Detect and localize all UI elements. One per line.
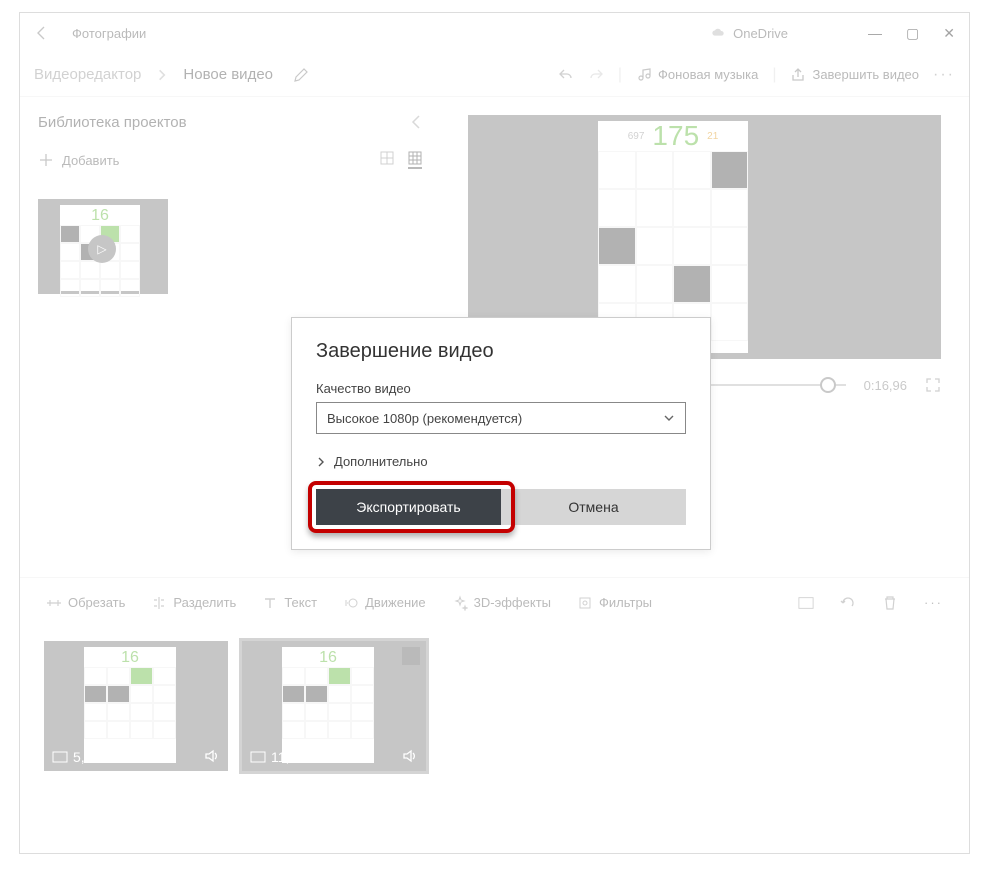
filters-button[interactable]: Фильтры: [577, 595, 652, 611]
frame-icon: [52, 751, 68, 763]
project-name[interactable]: Новое видео: [183, 66, 273, 83]
clip-menu-icon[interactable]: [402, 647, 420, 665]
undo-button[interactable]: [558, 67, 574, 83]
close-button[interactable]: ✕: [943, 25, 955, 42]
chevron-right-icon: [316, 457, 326, 467]
3d-effects-button[interactable]: 3D-эффекты: [452, 595, 551, 611]
plus-icon: [38, 152, 54, 168]
trim-button[interactable]: Обрезать: [46, 595, 125, 611]
export-dialog: Завершение видео Качество видео Высокое …: [291, 317, 711, 550]
bg-music-button[interactable]: Фоновая музыка: [636, 67, 758, 83]
motion-button[interactable]: Движение: [343, 595, 426, 611]
speaker-icon: [204, 749, 220, 763]
fullscreen-icon: [925, 377, 941, 393]
app-title: Фотографии: [72, 26, 146, 41]
more-edit-button[interactable]: ···: [924, 595, 943, 610]
clip-2[interactable]: 16 11,97: [242, 641, 426, 771]
library-thumbnail[interactable]: 16 ▷: [38, 199, 168, 294]
add-button[interactable]: Добавить: [38, 152, 119, 168]
redo-button[interactable]: [588, 67, 604, 83]
split-button[interactable]: Разделить: [151, 595, 236, 611]
breadcrumb[interactable]: Видеоредактор: [34, 66, 141, 83]
filter-icon: [577, 595, 593, 611]
music-icon: [636, 67, 652, 83]
chevron-left-icon: [410, 113, 422, 131]
text-button[interactable]: Текст: [262, 595, 317, 611]
minimize-button[interactable]: —: [868, 25, 882, 42]
grid-large-icon: [380, 151, 394, 165]
view-large-button[interactable]: [380, 151, 394, 169]
trim-icon: [46, 595, 62, 611]
highlight: [308, 481, 515, 533]
toolbar: Видеоредактор Новое видео | Фоновая музы…: [20, 53, 969, 97]
view-small-button[interactable]: [408, 151, 422, 169]
rotate-icon: [840, 595, 856, 611]
timeline: 16 5,0 16 11,97: [20, 627, 969, 785]
pencil-icon: [293, 67, 309, 83]
dialog-title: Завершение видео: [316, 340, 686, 363]
fullscreen-button[interactable]: [925, 377, 941, 393]
more-menu-button[interactable]: ···: [933, 66, 955, 84]
maximize-button[interactable]: ▢: [906, 25, 919, 42]
titlebar: Фотографии OneDrive — ▢ ✕: [20, 13, 969, 53]
aspect-button[interactable]: [798, 595, 814, 611]
split-icon: [151, 595, 167, 611]
collapse-button[interactable]: [410, 113, 422, 131]
clip-1[interactable]: 16 5,0: [44, 641, 228, 771]
speaker-icon: [402, 749, 418, 763]
edit-toolbar: Обрезать Разделить Текст Движение 3D-эфф…: [20, 577, 969, 627]
onedrive-button[interactable]: OneDrive: [711, 25, 788, 41]
sparkle-icon: [452, 595, 468, 611]
grid-small-icon: [408, 151, 422, 165]
time-label: 0:16,96: [864, 378, 907, 393]
library-title: Библиотека проектов: [38, 114, 187, 131]
motion-icon: [343, 595, 359, 611]
cloud-icon: [711, 25, 727, 41]
trash-icon: [882, 595, 898, 611]
text-icon: [262, 595, 278, 611]
rotate-button[interactable]: [840, 595, 856, 611]
chevron-down-icon: [663, 412, 675, 424]
export-icon: [790, 67, 806, 83]
play-icon: ▷: [88, 235, 116, 263]
finish-video-button[interactable]: Завершить видео: [790, 67, 919, 83]
cancel-button[interactable]: Отмена: [501, 489, 686, 525]
frame-icon: [250, 751, 266, 763]
edit-name-button[interactable]: [293, 67, 309, 83]
aspect-icon: [798, 595, 814, 611]
quality-select[interactable]: Высокое 1080p (рекомендуется): [316, 402, 686, 434]
chevron-right-icon: [155, 68, 169, 82]
delete-button[interactable]: [882, 595, 898, 611]
more-options-toggle[interactable]: Дополнительно: [316, 454, 686, 469]
back-button[interactable]: [34, 25, 64, 41]
quality-label: Качество видео: [316, 381, 686, 396]
